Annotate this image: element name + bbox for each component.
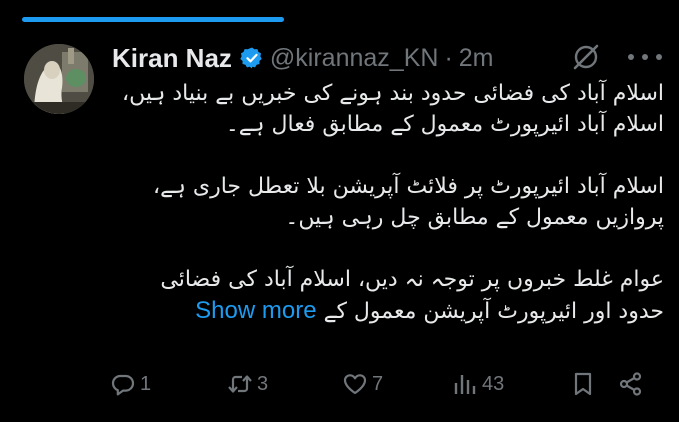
show-more-link[interactable]: Show more [195,297,316,324]
share-icon [619,372,642,396]
like-icon [343,374,367,395]
like-button[interactable]: 7 [342,366,383,402]
bookmark-button[interactable] [570,366,596,402]
post-header: Kiran Naz @kirannaz_KN · 2m [112,38,494,78]
more-icon [628,54,634,60]
more-icon [656,54,662,60]
avatar-image [24,44,94,114]
post-timestamp[interactable]: 2m [459,44,494,73]
post-paragraph: اسلام آباد کی فضائی حدود بند ہونے کی خبر… [121,81,664,137]
more-icon [642,54,648,60]
repost-button[interactable]: 3 [227,366,268,402]
verified-badge-icon [240,46,264,70]
separator-dot: · [444,43,453,72]
views-count: 43 [482,372,505,395]
avatar[interactable] [24,44,94,114]
like-count: 7 [372,372,384,395]
share-button[interactable] [618,366,644,402]
reply-icon [111,374,135,396]
views-button[interactable]: 43 [452,366,504,402]
grok-icon[interactable] [572,43,600,71]
more-options-button[interactable] [628,44,662,70]
reply-button[interactable]: 1 [110,366,151,402]
repost-count: 3 [257,372,269,395]
reply-count: 1 [140,372,152,395]
post-paragraph: اسلام آباد ائیرپورٹ پر فلائٹ آپریشن بلا … [152,174,664,230]
bookmark-icon [574,372,592,396]
views-icon [454,375,476,394]
post-paragraph: عوام غلط خبروں پر توجہ نہ دیں، اسلام آبا… [112,264,664,327]
repost-icon [228,375,252,393]
author-handle[interactable]: @kirannaz_KN [270,44,439,73]
author-name[interactable]: Kiran Naz [112,43,232,74]
media-progress-bar [22,17,284,22]
action-bar: 1 3 7 43 [110,366,660,402]
post-body: اسلام آباد کی فضائی حدود بند ہونے کی خبر… [112,78,664,327]
